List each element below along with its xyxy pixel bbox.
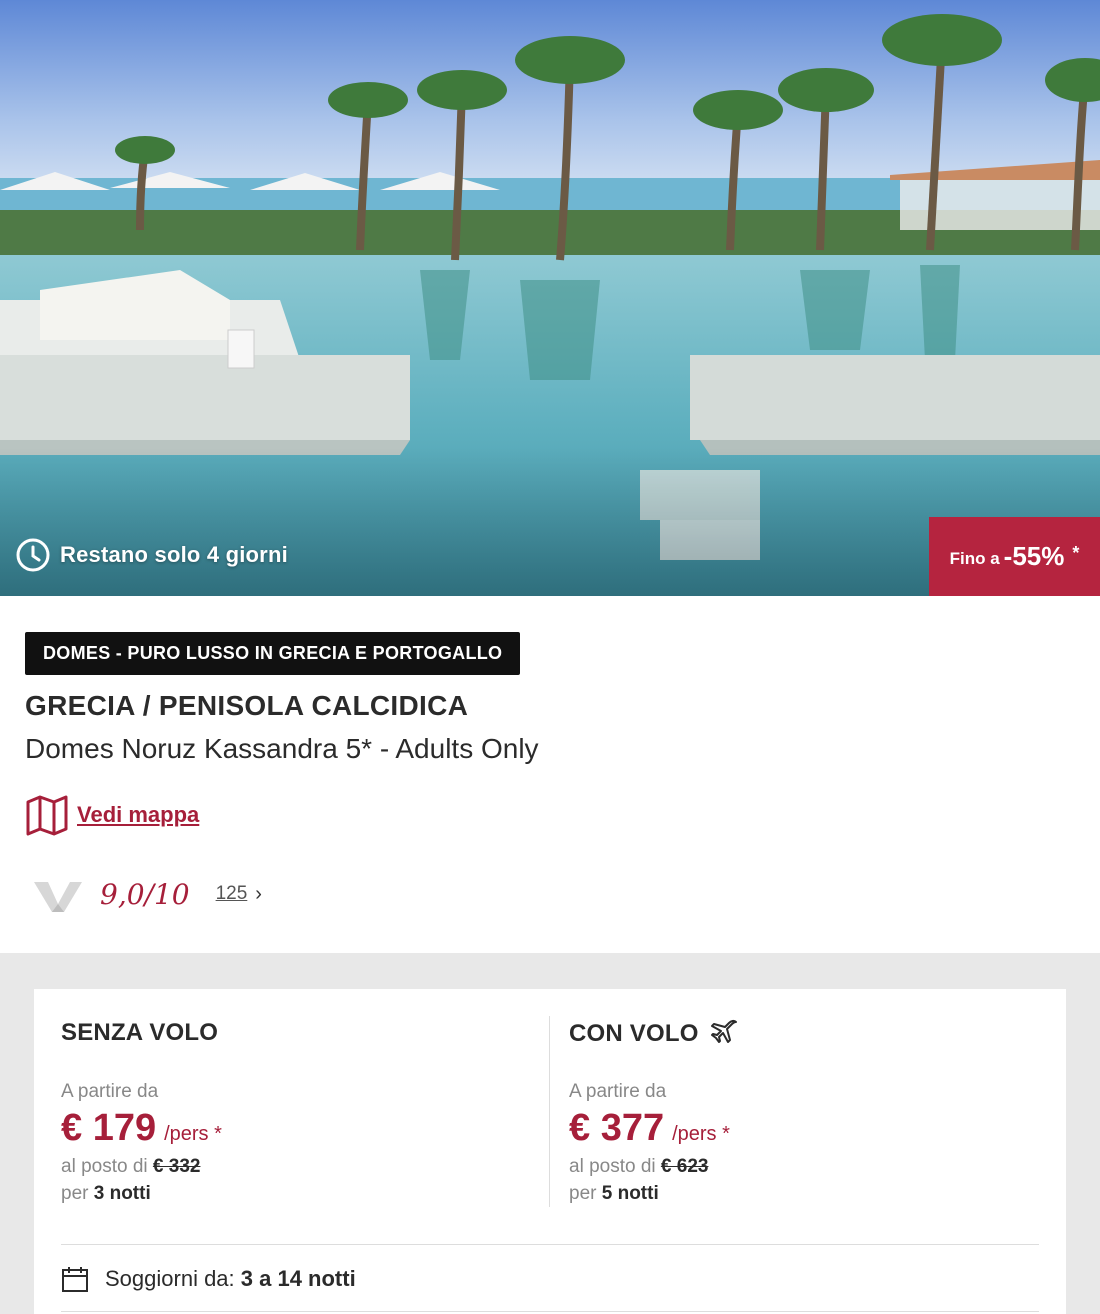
with-flight-from-label: A partire da — [569, 1081, 667, 1102]
without-flight-instead-label: al posto di — [61, 1156, 148, 1177]
without-flight-old-price: al posto di € 332 — [61, 1156, 200, 1178]
with-flight-title: CON VOLO — [569, 1019, 739, 1049]
stay-duration: Soggiorni da: 3 a 14 notti — [61, 1265, 356, 1293]
with-flight-title-text: CON VOLO — [569, 1020, 699, 1047]
without-flight-per-label: per — [61, 1183, 89, 1204]
column-divider — [549, 1016, 550, 1207]
bottom-divider — [61, 1311, 1039, 1312]
collection-tag[interactable]: DOMES - PURO LUSSO IN GRECIA E PORTOGALL… — [25, 632, 521, 675]
without-flight-price: € 179/pers * — [61, 1107, 222, 1150]
stay-divider — [61, 1244, 1039, 1245]
with-flight-old-price-value: € 623 — [660, 1156, 709, 1177]
without-flight-nights: per 3 notti — [61, 1183, 151, 1205]
discount-value: -55% — [1003, 541, 1065, 571]
discount-badge: Fino a -55% * — [929, 517, 1100, 596]
with-flight-nights-value: 5 notti — [601, 1183, 659, 1204]
rating: 9,0/10 125 › — [34, 874, 262, 914]
view-map-label[interactable]: Vedi mappa — [77, 802, 199, 828]
without-flight-per-person: /pers * — [164, 1123, 222, 1145]
map-icon — [26, 795, 68, 836]
with-flight-price-amount: € 377 — [569, 1107, 665, 1149]
without-flight-from-label: A partire da — [61, 1081, 159, 1102]
without-flight-nights-value: 3 notti — [93, 1183, 151, 1204]
with-flight-instead-label: al posto di — [569, 1156, 656, 1177]
view-map-link[interactable]: Vedi mappa — [25, 794, 199, 836]
reviews-count-link[interactable]: 125 — [216, 883, 248, 905]
plane-icon — [710, 1019, 737, 1043]
stay-value: 3 a 14 notti — [240, 1266, 356, 1291]
chevron-right-icon[interactable]: › — [255, 883, 262, 906]
with-flight-old-price: al posto di € 623 — [569, 1156, 708, 1178]
without-flight-title: SENZA VOLO — [61, 1019, 218, 1047]
with-flight-per-person: /pers * — [672, 1123, 730, 1145]
hotel-name: Domes Noruz Kassandra 5* - Adults Only — [25, 733, 539, 764]
without-flight-title-text: SENZA VOLO — [61, 1019, 219, 1046]
with-flight-per-label: per — [569, 1183, 597, 1204]
calendar-icon — [62, 1267, 88, 1292]
hero-image[interactable]: Restano solo 4 giorni Fino a -55% * — [0, 0, 1100, 596]
rating-logo-icon — [34, 882, 82, 912]
without-flight-price-amount: € 179 — [61, 1107, 157, 1149]
destination-region: GRECIA / PENISOLA CALCIDICA — [25, 690, 469, 721]
with-flight-nights: per 5 notti — [569, 1183, 659, 1205]
discount-asterisk: * — [1072, 543, 1080, 563]
hero-photo — [0, 0, 1100, 596]
pricing-card: SENZA VOLO A partire da € 179/pers * al … — [34, 989, 1066, 1314]
stay-label: Soggiorni da: — [105, 1266, 235, 1291]
discount-prefix: Fino a — [949, 548, 1000, 568]
rating-score: 9,0/10 — [100, 877, 190, 911]
time-remaining-label: Restano solo 4 giorni — [60, 542, 288, 567]
without-flight-old-price-value: € 332 — [152, 1156, 201, 1177]
clock-icon — [16, 538, 50, 572]
time-remaining: Restano solo 4 giorni — [16, 538, 288, 572]
with-flight-price: € 377/pers * — [569, 1107, 730, 1150]
